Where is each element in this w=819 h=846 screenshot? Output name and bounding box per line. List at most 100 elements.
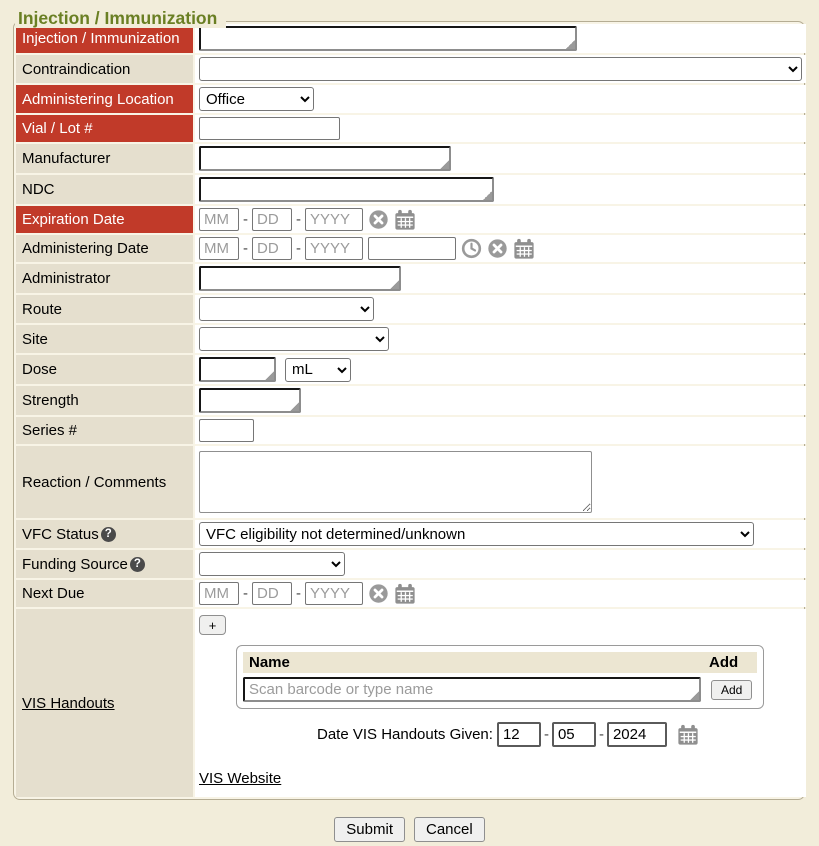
clear-date-icon[interactable] — [368, 209, 389, 230]
calendar-icon[interactable] — [394, 583, 416, 605]
vis-given-month-input[interactable] — [497, 722, 541, 747]
administering-month-input[interactable] — [199, 237, 239, 260]
calendar-icon[interactable] — [394, 209, 416, 231]
reaction-comments-textarea[interactable] — [199, 451, 592, 513]
vis-input-row: Add — [243, 677, 757, 702]
date-separator: - — [243, 585, 248, 602]
next-due-year-input[interactable] — [305, 582, 363, 605]
vis-table-header: Name Add — [243, 652, 757, 673]
row-vis-handouts: + Name Add Add Date VIS Handouts Given: … — [195, 609, 806, 797]
vis-scan-input[interactable] — [243, 677, 701, 702]
row-administering-date: - - — [195, 235, 806, 262]
label-administering-location: Administering Location — [16, 85, 193, 113]
contraindication-select[interactable] — [199, 57, 802, 81]
label-expiration-date: Expiration Date — [16, 206, 193, 233]
label-reaction-comments: Reaction / Comments — [16, 446, 193, 518]
cancel-button[interactable]: Cancel — [414, 817, 485, 842]
row-dose: mL — [195, 355, 806, 384]
vis-given-day-input[interactable] — [552, 722, 596, 747]
ndc-input[interactable] — [199, 177, 494, 202]
date-separator: - — [599, 726, 604, 743]
page-title: Injection / Immunization — [15, 8, 226, 28]
date-separator: - — [296, 240, 301, 257]
label-administering-date: Administering Date — [16, 235, 193, 262]
injection-immunization-panel: Injection / Immunization Injection / Imm… — [13, 21, 805, 800]
dose-unit-select[interactable]: mL — [285, 358, 351, 382]
vis-handouts-link[interactable]: VIS Handouts — [22, 695, 115, 712]
administering-time-input[interactable] — [368, 237, 456, 260]
funding-source-label-text: Funding Source — [22, 556, 128, 573]
clear-date-icon[interactable] — [368, 583, 389, 604]
vis-website-link[interactable]: VIS Website — [199, 770, 281, 787]
label-funding-source: Funding Source? — [16, 550, 193, 578]
next-due-month-input[interactable] — [199, 582, 239, 605]
next-due-day-input[interactable] — [252, 582, 292, 605]
strength-input[interactable] — [199, 388, 301, 413]
vis-date-given-label: Date VIS Handouts Given: — [317, 726, 493, 743]
row-reaction-comments — [195, 446, 806, 518]
calendar-icon[interactable] — [677, 724, 699, 746]
clock-icon[interactable] — [461, 238, 482, 259]
date-separator: - — [243, 240, 248, 257]
administering-location-select[interactable]: Office — [199, 87, 314, 111]
label-strength: Strength — [16, 386, 193, 415]
label-manufacturer: Manufacturer — [16, 144, 193, 173]
label-series: Series # — [16, 417, 193, 444]
label-vial-lot: Vial / Lot # — [16, 115, 193, 142]
row-ndc — [195, 175, 806, 204]
help-icon[interactable]: ? — [101, 527, 116, 542]
administering-year-input[interactable] — [305, 237, 363, 260]
date-separator: - — [243, 211, 248, 228]
injection-immunization-input[interactable] — [199, 26, 577, 51]
label-route: Route — [16, 295, 193, 323]
add-vis-row-button[interactable]: + — [199, 615, 226, 635]
label-vfc-status: VFC Status? — [16, 520, 193, 548]
row-series — [195, 417, 806, 444]
help-icon[interactable]: ? — [130, 557, 145, 572]
expiration-day-input[interactable] — [252, 208, 292, 231]
administering-day-input[interactable] — [252, 237, 292, 260]
vfc-status-label-text: VFC Status — [22, 526, 99, 543]
form-actions: Submit Cancel — [0, 817, 819, 842]
row-strength — [195, 386, 806, 415]
row-funding-source — [195, 550, 806, 578]
funding-source-select[interactable] — [199, 552, 345, 576]
vis-add-button[interactable]: Add — [711, 680, 752, 700]
submit-button[interactable]: Submit — [334, 817, 405, 842]
row-vfc-status: VFC eligibility not determined/unknown — [195, 520, 806, 548]
row-site — [195, 325, 806, 353]
calendar-icon[interactable] — [513, 238, 535, 260]
dose-input[interactable] — [199, 357, 276, 382]
vis-name-column-header: Name — [249, 654, 709, 671]
label-site: Site — [16, 325, 193, 353]
label-injection-immunization: Injection / Immunization — [16, 24, 193, 53]
vis-date-given-row: Date VIS Handouts Given: - - — [317, 722, 699, 747]
row-next-due: - - — [195, 580, 806, 607]
vial-lot-input[interactable] — [199, 117, 340, 140]
date-separator: - — [544, 726, 549, 743]
vis-add-column-header: Add — [709, 654, 751, 671]
label-dose: Dose — [16, 355, 193, 384]
date-separator: - — [296, 585, 301, 602]
date-separator: - — [296, 211, 301, 228]
clear-date-icon[interactable] — [487, 238, 508, 259]
label-next-due: Next Due — [16, 580, 193, 607]
site-select[interactable] — [199, 327, 389, 351]
route-select[interactable] — [199, 297, 374, 321]
vis-given-year-input[interactable] — [607, 722, 667, 747]
expiration-year-input[interactable] — [305, 208, 363, 231]
injection-form: Injection / Immunization Contraindicatio… — [16, 24, 802, 797]
series-input[interactable] — [199, 419, 254, 442]
row-contraindication — [195, 55, 806, 83]
row-administrator — [195, 264, 806, 293]
label-ndc: NDC — [16, 175, 193, 204]
row-route — [195, 295, 806, 323]
vfc-status-select[interactable]: VFC eligibility not determined/unknown — [199, 522, 754, 546]
label-contraindication: Contraindication — [16, 55, 193, 83]
vis-handouts-box: Name Add Add — [236, 645, 764, 709]
expiration-month-input[interactable] — [199, 208, 239, 231]
label-administrator: Administrator — [16, 264, 193, 293]
manufacturer-input[interactable] — [199, 146, 451, 171]
row-injection-immunization — [195, 24, 806, 53]
administrator-input[interactable] — [199, 266, 401, 291]
